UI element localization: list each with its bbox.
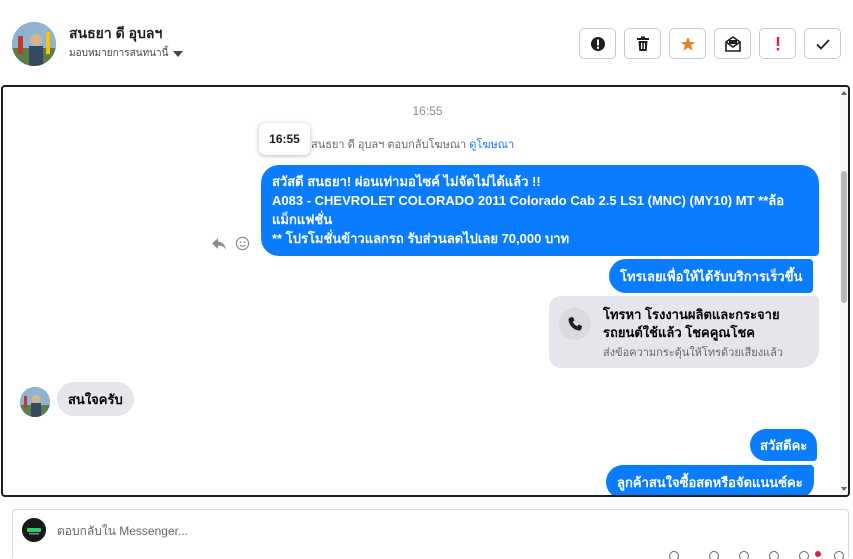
- exclamation-circle-icon: [590, 36, 605, 51]
- call-card-title: โทรหา โรงงานผลิตและกระจายรถยนต์ใช้แล้ว โ…: [603, 307, 780, 340]
- checkmark-icon: [815, 38, 830, 50]
- ad-reply-text: สนธยา ดี อุบลฯ ตอบกลับโฆษณา: [311, 139, 467, 151]
- mark-done-button[interactable]: [804, 28, 841, 59]
- contact-avatar[interactable]: [12, 22, 56, 66]
- follow-up-button[interactable]: [759, 28, 796, 59]
- mark-spam-button[interactable]: [579, 28, 616, 59]
- star-button[interactable]: [669, 28, 706, 59]
- ad-message-line: A083 - CHEVROLET COLORADO 2011 Colorado …: [272, 193, 785, 208]
- star-icon: [680, 36, 695, 51]
- notification-dot-icon: [815, 551, 821, 557]
- message-tools: [211, 236, 250, 251]
- ad-message-line: ** โปรโมชั่นข้าวแลกรถ รับส่วนลดไปเลย 70,…: [272, 231, 570, 246]
- call-prompt-bubble[interactable]: โทรเลยเพื่อให้ได้รับบริการเร็วขึ้น: [609, 259, 814, 293]
- mark-unread-button[interactable]: [714, 28, 751, 59]
- delete-button[interactable]: [624, 28, 661, 59]
- exclamation-icon: [776, 36, 779, 50]
- ad-message-line: แม็กแฟชั่น: [272, 212, 333, 227]
- ad-message-bubble[interactable]: สวัสดี สนธยา! ผ่อนเท่ามอไซค์ ไม่จัดไม่ได…: [261, 165, 819, 256]
- header-actions: [579, 28, 841, 59]
- trash-icon: [636, 36, 649, 51]
- page-profile-icon: [22, 518, 46, 542]
- time-tooltip: 16:55: [259, 123, 310, 155]
- emoji-reaction-icon[interactable]: [235, 236, 250, 251]
- thread-timestamp: 16:55: [412, 104, 443, 118]
- conversation-header: สนธยา ดี อุบลฯ มอบหมายการสนทนานี้: [0, 0, 853, 84]
- customer-avatar: [20, 387, 50, 417]
- assign-label: มอบหมายการสนทนานี้: [69, 48, 169, 59]
- customer-message-bubble[interactable]: สนใจครับ: [57, 382, 134, 416]
- ad-reply-note: สนธยา ดี อุบลฯ ตอบกลับโฆษณา ดูโฆษณา: [311, 135, 514, 153]
- scroll-up-arrow-icon[interactable]: [841, 91, 847, 95]
- question-bubble[interactable]: ลูกค้าสนใจซื้อสดหรือจัดแนนซ์คะ: [606, 465, 814, 495]
- reply-icon[interactable]: [211, 237, 227, 251]
- assign-conversation-dropdown[interactable]: มอบหมายการสนทนานี้: [69, 46, 184, 61]
- call-card[interactable]: โทรหา โรงงานผลิตและกระจายรถยนต์ใช้แล้ว โ…: [549, 296, 819, 368]
- call-card-subtitle: ส่งข้อความกระตุ้นให้โทรด้วยเสียงแล้ว: [603, 347, 784, 359]
- call-circle: [559, 308, 591, 340]
- scroll-thumb[interactable]: [841, 171, 847, 303]
- phone-icon: [568, 317, 582, 331]
- message-composer: [12, 509, 849, 559]
- thread-scrollbar[interactable]: [840, 87, 848, 495]
- greeting-bubble[interactable]: สวัสดีคะ: [750, 429, 818, 461]
- reply-input[interactable]: [57, 523, 637, 539]
- message-thread[interactable]: 16:55 สนธยา ดี อุบลฯ ตอบกลับโฆษณา ดูโฆษณ…: [1, 85, 850, 497]
- view-ad-link[interactable]: ดูโฆษณา: [469, 139, 514, 151]
- ad-message-line: สวัสดี สนธยา! ผ่อนเท่ามอไซค์ ไม่จัดไม่ได…: [272, 174, 541, 189]
- envelope-icon: [724, 35, 741, 52]
- scroll-down-arrow-icon[interactable]: [841, 487, 847, 491]
- caret-down-icon: [173, 51, 184, 57]
- contact-name[interactable]: สนธยา ดี อุบลฯ: [69, 23, 162, 45]
